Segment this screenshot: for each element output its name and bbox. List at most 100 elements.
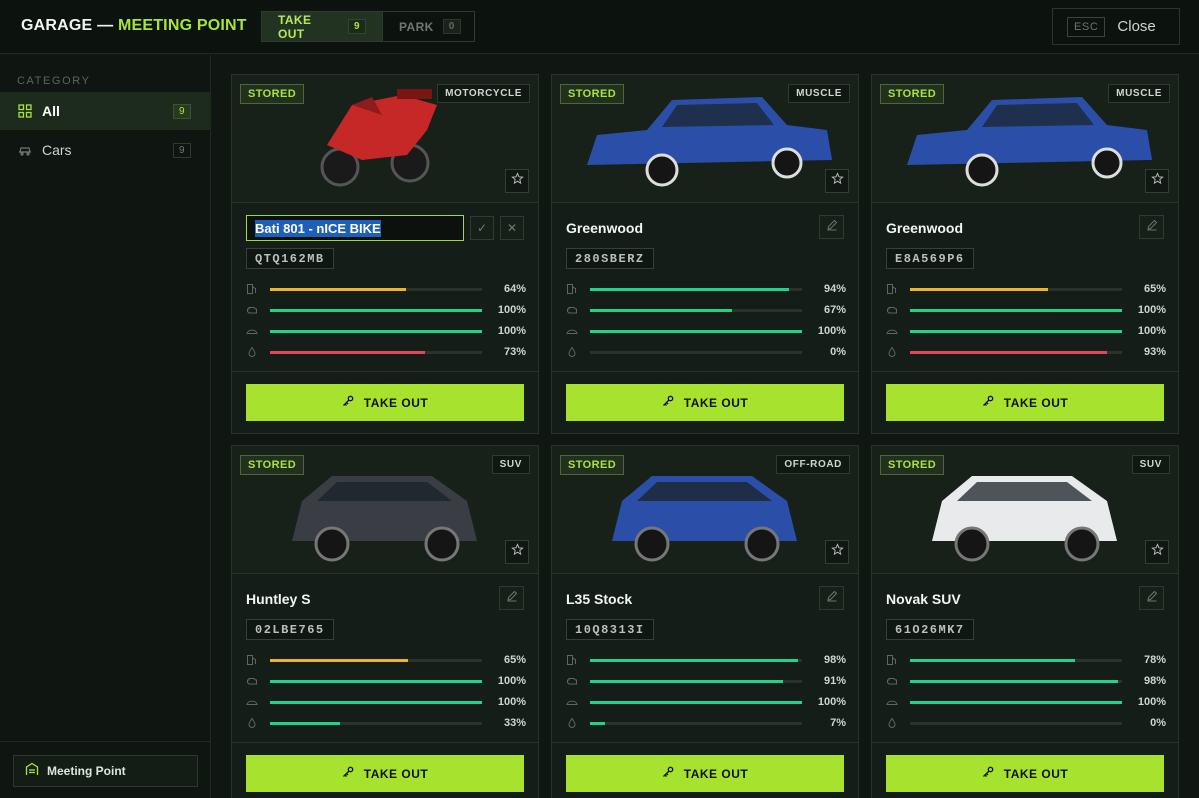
stat-value: 67% (823, 304, 846, 316)
car-icon (18, 143, 32, 157)
sidebar-item-label: Cars (42, 142, 72, 158)
vehicle-name: Greenwood (886, 220, 964, 236)
stat-row: 0% (886, 716, 1166, 730)
stat-value: 100% (1137, 325, 1166, 337)
favorite-button[interactable] (1145, 169, 1169, 193)
stat-value: 100% (497, 304, 526, 316)
confirm-rename-button[interactable]: ✓ (470, 216, 494, 240)
take-out-button[interactable]: TAKE OUT (886, 384, 1164, 421)
status-badge: STORED (560, 84, 625, 104)
stat-bar-fill (270, 721, 340, 725)
stat-row: 98% (886, 674, 1166, 688)
favorite-button[interactable] (825, 540, 849, 564)
stat-value: 100% (497, 325, 526, 337)
engine-icon (246, 304, 258, 316)
stat-value: 93% (1143, 346, 1166, 358)
stat-row: 100% (246, 324, 526, 338)
stat-value: 98% (823, 654, 846, 666)
cancel-rename-button[interactable]: ✕ (500, 216, 524, 240)
favorite-button[interactable] (825, 169, 849, 193)
engine-icon (246, 675, 258, 687)
stat-row: 78% (886, 653, 1166, 667)
take-out-label: TAKE OUT (683, 395, 749, 410)
stat-value: 65% (1143, 283, 1166, 295)
status-badge: STORED (880, 84, 945, 104)
take-out-button[interactable]: TAKE OUT (566, 755, 844, 792)
take-out-label: TAKE OUT (683, 766, 749, 781)
oil-icon (886, 346, 898, 358)
stat-row: 93% (886, 345, 1166, 359)
vehicle-image: STORED SUV (232, 446, 538, 574)
rename-button[interactable] (1139, 586, 1164, 610)
status-badge: STORED (560, 455, 625, 475)
rename-button[interactable] (499, 586, 524, 610)
oil-icon (566, 346, 578, 358)
stat-bar-fill (590, 721, 605, 725)
status-badge: STORED (880, 455, 945, 475)
stat-value: 100% (817, 325, 846, 337)
stat-bar-fill (910, 679, 1118, 683)
stat-bar-fill (270, 350, 425, 354)
rename-button[interactable] (819, 215, 844, 239)
location-button[interactable]: Meeting Point (13, 755, 198, 787)
stat-bar (590, 308, 802, 312)
body-icon (886, 325, 898, 337)
stat-bar-fill (910, 658, 1076, 662)
stat-row: 100% (566, 324, 846, 338)
rename-button[interactable] (1139, 215, 1164, 239)
favorite-button[interactable] (505, 540, 529, 564)
sidebar-item-all[interactable]: All 9 (0, 92, 211, 130)
stat-row: 33% (246, 716, 526, 730)
vehicle-type-badge: SUV (1131, 455, 1170, 474)
stat-bar (590, 721, 802, 725)
take-out-button[interactable]: TAKE OUT (886, 755, 1164, 792)
sidebar-item-cars[interactable]: Cars 9 (0, 131, 211, 169)
close-button[interactable]: ESC Close (1052, 8, 1180, 45)
rename-input[interactable]: Bati 801 - nICE BIKE (246, 215, 464, 241)
title-location: MEETING POINT (117, 17, 247, 34)
stat-row: 100% (566, 695, 846, 709)
rename-button[interactable] (819, 586, 844, 610)
stat-bar-fill (910, 350, 1108, 354)
body-icon (246, 696, 258, 708)
star-icon (830, 172, 844, 190)
engine-icon (886, 675, 898, 687)
stat-bar (270, 329, 482, 333)
key-icon (342, 394, 354, 412)
sidebar-item-count: 9 (173, 142, 191, 158)
stat-bar (270, 721, 482, 725)
fuel-icon (886, 283, 898, 295)
stat-row: 100% (246, 695, 526, 709)
key-icon (982, 394, 994, 412)
take-out-button[interactable]: TAKE OUT (566, 384, 844, 421)
favorite-button[interactable] (505, 169, 529, 193)
star-icon (1150, 172, 1164, 190)
stat-row: 64% (246, 282, 526, 296)
stat-bar-fill (910, 329, 1122, 333)
stat-value: 100% (1137, 696, 1166, 708)
stat-bar (270, 350, 482, 354)
favorite-button[interactable] (1145, 540, 1169, 564)
stat-row: 98% (566, 653, 846, 667)
license-plate: 280SBERZ (566, 248, 654, 269)
stat-bar-fill (910, 308, 1122, 312)
vehicle-card: STORED OFF-ROAD L35 Stock 10Q8313I 98% 91% 100… (551, 445, 859, 798)
stat-value: 0% (830, 346, 846, 358)
tab-take-out[interactable]: TAKE OUT 9 (262, 12, 383, 41)
stat-bar-fill (270, 679, 482, 683)
take-out-button[interactable]: TAKE OUT (246, 755, 524, 792)
vehicle-type-badge: MOTORCYCLE (437, 84, 530, 103)
vehicle-image: STORED MOTORCYCLE (232, 75, 538, 203)
stat-bar (910, 700, 1122, 704)
star-icon (510, 172, 524, 190)
oil-icon (566, 717, 578, 729)
stat-row: 67% (566, 303, 846, 317)
pencil-icon (1146, 589, 1158, 607)
stat-row: 0% (566, 345, 846, 359)
pencil-icon (826, 589, 838, 607)
divider (232, 371, 538, 372)
vehicle-image: STORED OFF-ROAD (552, 446, 858, 574)
take-out-button[interactable]: TAKE OUT (246, 384, 524, 421)
vehicle-name: Huntley S (246, 591, 311, 607)
tab-park[interactable]: PARK 0 (383, 12, 474, 41)
